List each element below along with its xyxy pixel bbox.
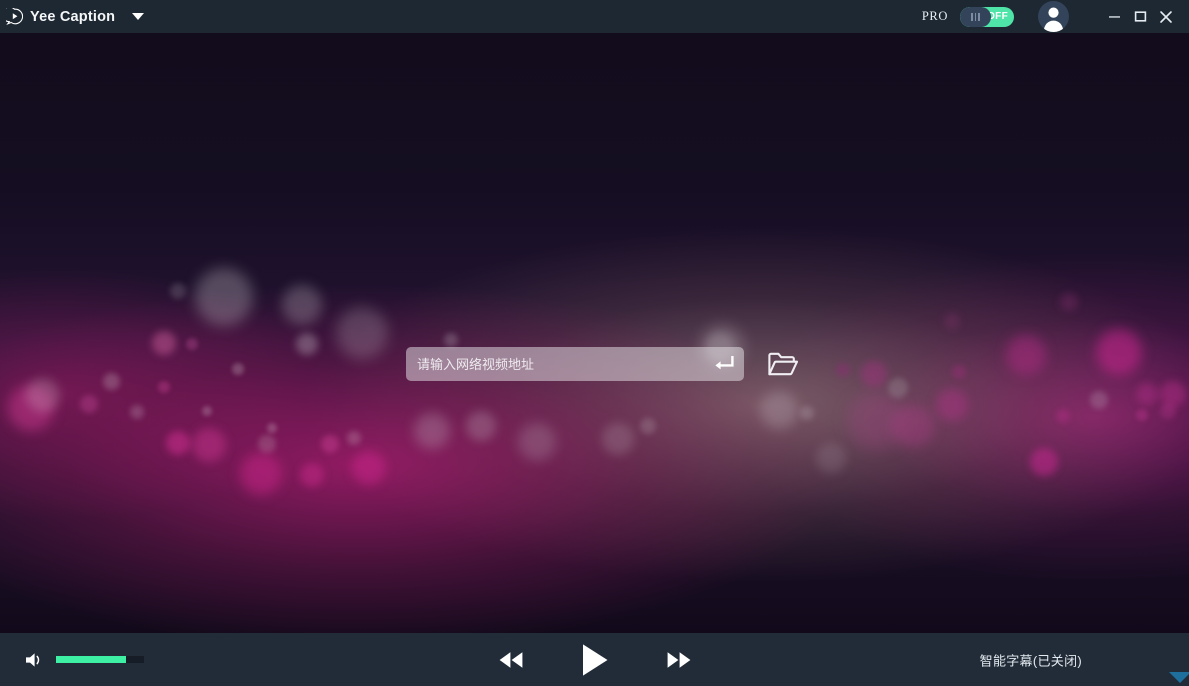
- minimize-button[interactable]: [1101, 0, 1127, 33]
- folder-open-icon: [767, 351, 799, 378]
- volume-control: [24, 650, 144, 670]
- close-button[interactable]: [1153, 0, 1179, 33]
- url-entry-row: [406, 347, 800, 381]
- url-input-container[interactable]: [406, 347, 744, 381]
- maximize-button[interactable]: [1127, 0, 1153, 33]
- window-controls: [1101, 0, 1189, 33]
- url-input[interactable]: [406, 347, 744, 381]
- fast-forward-icon: [664, 649, 694, 671]
- volume-slider-fill: [56, 656, 126, 663]
- enter-return-icon[interactable]: [712, 355, 734, 373]
- play-button[interactable]: [578, 642, 612, 678]
- play-bubble-icon: [6, 8, 23, 25]
- player-control-bar: 智能字幕(已关闭): [0, 633, 1189, 686]
- avatar[interactable]: [1038, 1, 1069, 32]
- pro-label: PRO: [922, 9, 948, 24]
- open-file-button[interactable]: [766, 349, 800, 379]
- user-avatar-icon: [1038, 1, 1069, 32]
- title-bar: Yee Caption PRO OFF: [0, 0, 1189, 33]
- title-bar-right: PRO OFF: [922, 0, 1189, 33]
- smart-subtitle-status[interactable]: 智能字幕(已关闭): [980, 650, 1082, 669]
- bokeh-background: [0, 33, 1189, 633]
- chevron-down-icon[interactable]: [132, 13, 144, 20]
- video-stage: [0, 33, 1189, 633]
- fast-forward-button[interactable]: [664, 649, 694, 671]
- pro-toggle-knob: [960, 7, 991, 27]
- rewind-button[interactable]: [496, 649, 526, 671]
- resize-grip-icon[interactable]: [1167, 670, 1189, 686]
- title-bar-left: Yee Caption: [0, 8, 144, 25]
- rewind-icon: [496, 649, 526, 671]
- pro-toggle[interactable]: OFF: [960, 7, 1014, 27]
- application-window: Yee Caption PRO OFF: [0, 0, 1189, 686]
- app-title: Yee Caption: [30, 9, 115, 25]
- volume-slider[interactable]: [56, 656, 144, 663]
- play-icon: [578, 642, 612, 678]
- speaker-volume-icon[interactable]: [24, 650, 44, 670]
